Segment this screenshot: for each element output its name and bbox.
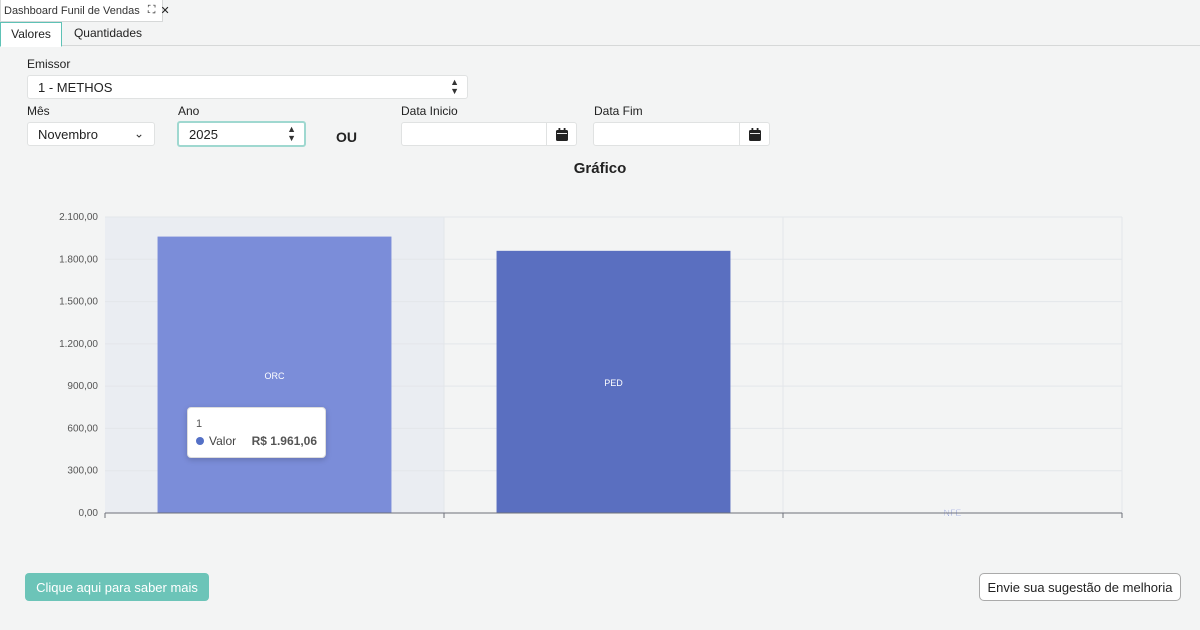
data-fim-calendar-button[interactable] xyxy=(739,123,769,145)
data-inicio-calendar-button[interactable] xyxy=(546,123,576,145)
or-separator: OU xyxy=(336,129,357,145)
y-tick-label: 900,00 xyxy=(67,381,98,392)
mes-select[interactable]: Novembro ⌄ xyxy=(27,122,155,146)
sort-arrows-icon: ▲ ▼ xyxy=(450,77,459,96)
bar-label: ORC xyxy=(265,371,286,381)
y-tick-label: 1.200,00 xyxy=(59,339,98,350)
y-tick-label: 600,00 xyxy=(67,423,98,434)
calendar-icon xyxy=(555,127,568,141)
emissor-label: Emissor xyxy=(27,57,71,71)
saiba-mais-button[interactable]: Clique aqui para saber mais xyxy=(25,573,209,601)
y-tick-label: 2.100,00 xyxy=(59,212,98,223)
close-icon[interactable]: ✕ xyxy=(160,4,169,17)
tooltip-value: R$ 1.961,06 xyxy=(251,434,317,448)
tab-quantidades[interactable]: Quantidades xyxy=(62,22,154,46)
expand-icon[interactable]: ⛶ xyxy=(148,4,156,17)
ano-label: Ano xyxy=(178,104,200,118)
data-inicio-label: Data Inicio xyxy=(401,104,458,118)
y-tick-label: 1.500,00 xyxy=(59,297,98,308)
tooltip-series-name: Valor xyxy=(209,434,237,448)
data-fim-label: Data Fim xyxy=(594,104,643,118)
y-tick-label: 1.800,00 xyxy=(59,254,98,265)
mes-label: Mês xyxy=(27,104,50,118)
bar-label: PED xyxy=(604,378,623,388)
chart-tooltip: 1 Valor R$ 1.961,06 xyxy=(187,407,326,458)
tooltip-header: 1 xyxy=(196,418,203,430)
data-inicio-input[interactable] xyxy=(401,122,577,146)
y-tick-label: 0,00 xyxy=(79,508,99,519)
tab-valores[interactable]: Valores xyxy=(0,22,62,47)
view-tabs: Valores Quantidades xyxy=(0,22,1200,47)
series-dot-icon xyxy=(196,437,204,445)
y-tick-label: 300,00 xyxy=(67,466,98,477)
document-tab-title: Dashboard Funil de Vendas xyxy=(4,4,140,17)
calendar-icon xyxy=(748,127,761,141)
ano-input[interactable]: 2025 ▲ ▼ xyxy=(177,121,306,147)
mes-value: Novembro xyxy=(38,126,98,142)
emissor-select[interactable]: 1 - METHOS ▲ ▼ xyxy=(27,75,468,99)
document-tab[interactable]: Dashboard Funil de Vendas ⛶ ✕ xyxy=(0,0,170,22)
stepper-arrows-icon[interactable]: ▲ ▼ xyxy=(287,125,296,143)
ano-value: 2025 xyxy=(189,126,218,142)
sugestao-button[interactable]: Envie sua sugestão de melhoria xyxy=(979,573,1181,601)
bar-chart: 0,00 300,00 600,00 900,00 1.200,00 1.500,00 1.… xyxy=(59,212,1123,519)
chevron-down-icon: ⌄ xyxy=(133,126,144,141)
data-fim-input[interactable] xyxy=(593,122,770,146)
chart-title: Gráfico xyxy=(573,160,627,177)
emissor-value: 1 - METHOS xyxy=(38,79,113,95)
